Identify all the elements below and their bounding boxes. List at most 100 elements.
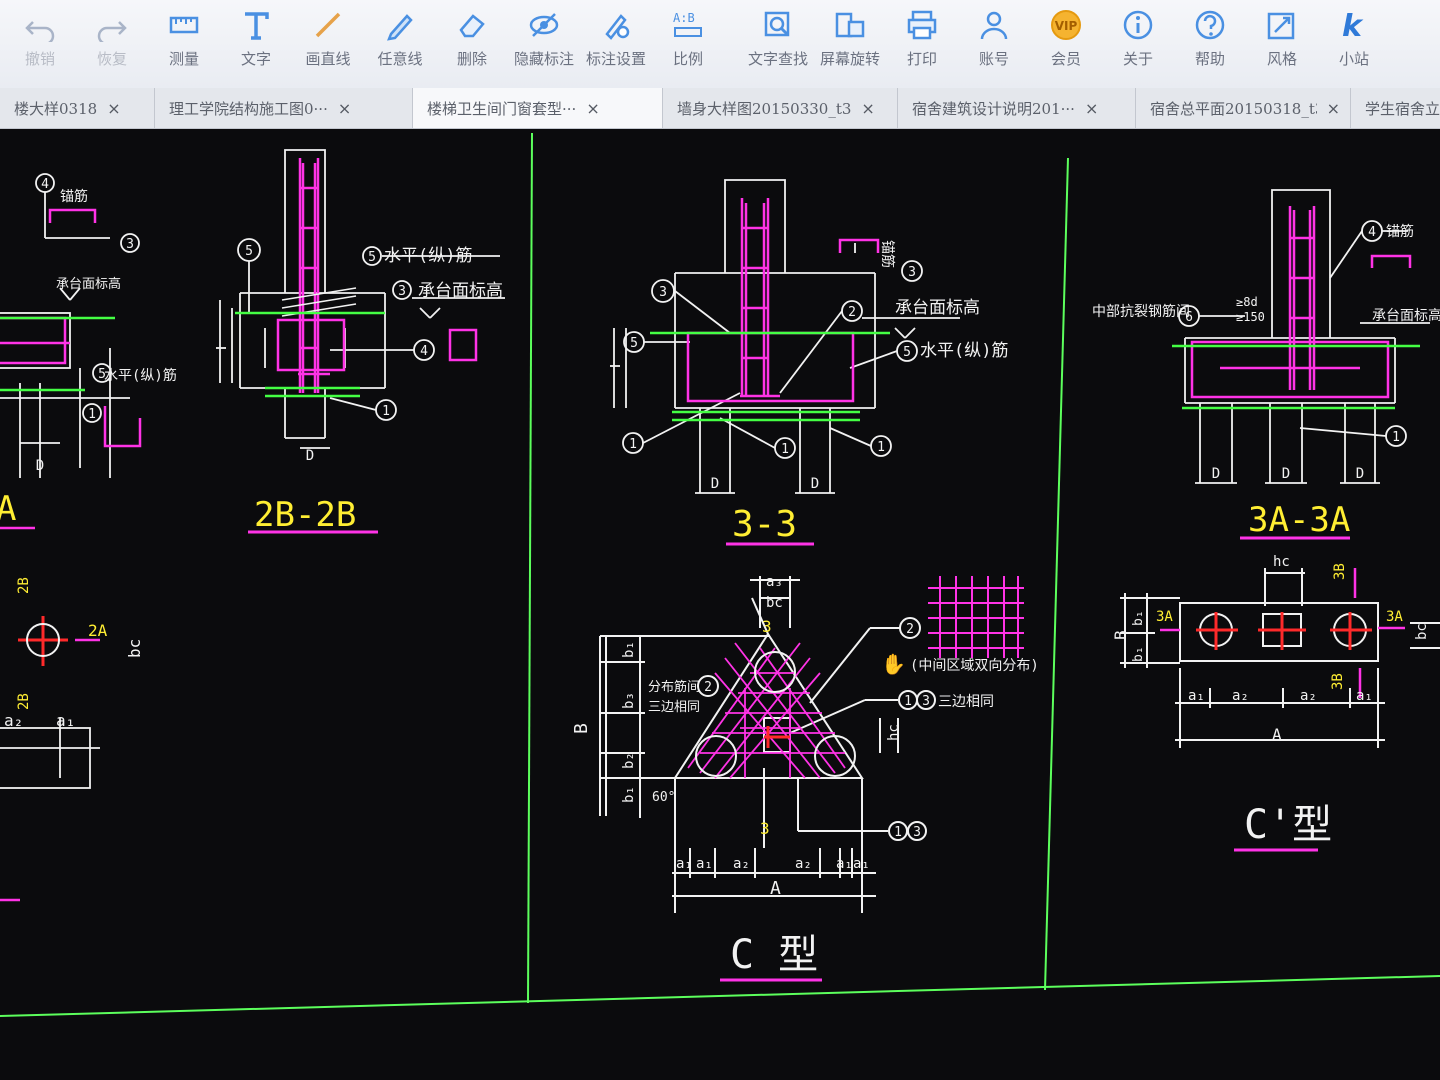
- frame-border-left: [527, 132, 533, 1004]
- toolbar-text-search-button[interactable]: 文字查找: [742, 0, 814, 86]
- marker-4-left: 4: [41, 177, 49, 192]
- section-2b-2b-title: 2B-2B: [254, 495, 356, 535]
- water-rebar-label-2b: 水平(纵)筋: [384, 246, 472, 266]
- three-side-same-label-left: 三边相同: [648, 700, 700, 715]
- tab-close-icon[interactable]: ×: [338, 99, 351, 118]
- dim-a2-cprime-2: a₂: [1300, 688, 1317, 704]
- dim-d-33-right: D: [811, 476, 819, 492]
- bearing-elev-label-left: 承台面标高: [56, 276, 121, 292]
- print-icon: [907, 10, 937, 40]
- mid-zone-label: (中间区域双向分布): [910, 658, 1039, 674]
- anchor-rebar-label-3a: 锚筋: [1386, 223, 1414, 240]
- toolbar-button-label: 隐藏标注: [513, 50, 574, 68]
- section-3a-3a-title: 3A-3A: [1248, 500, 1350, 540]
- dim-a2-c-2: a₂: [795, 856, 812, 872]
- line-icon: [315, 12, 341, 38]
- document-tab-label: 墙身大样图20150330_t3: [677, 99, 852, 118]
- toolbar-rotate-screen-button[interactable]: 屏幕旋转: [814, 0, 886, 86]
- marker-3-33: 3: [659, 285, 667, 300]
- cad-drawing-svg[interactable]: A 2A 2B 2B a₁ a₂ bc 锚筋 承台面标高 水平(纵)筋 2B-2…: [0, 128, 1440, 1080]
- toolbar-vip-button[interactable]: VIP 会员: [1030, 0, 1102, 86]
- toolbar-pen-button[interactable]: 任意线: [364, 0, 436, 86]
- toolbar-button-label: 撤销: [24, 50, 55, 68]
- document-tab[interactable]: 墙身大样图20150330_t3 ×: [663, 88, 898, 128]
- mark-2b-top: 2B: [16, 577, 32, 594]
- dim-hc-c: hc: [886, 724, 902, 741]
- cad-drawing-canvas[interactable]: A 2A 2B 2B a₁ a₂ bc 锚筋 承台面标高 水平(纵)筋 2B-2…: [0, 128, 1440, 1080]
- toolbar-style-button[interactable]: 风格: [1246, 0, 1318, 86]
- dim-bc-c: bc: [766, 595, 783, 611]
- marker-1-c-mid: 1: [904, 694, 912, 709]
- mark-3a-left: 3A: [1156, 609, 1173, 625]
- dim-a-cprime: A: [1272, 725, 1282, 744]
- ge150-label: ≥150: [1236, 310, 1265, 324]
- bearing-elev-label-3a: 承台面标高: [1372, 307, 1440, 324]
- three-side-same-label: 三边相同: [938, 694, 994, 710]
- toolbar-eraser-button[interactable]: 删除: [436, 0, 508, 86]
- toolbar-hide-annotation-button[interactable]: 隐藏标注: [508, 0, 580, 86]
- toolbar-text-button[interactable]: 文字: [220, 0, 292, 86]
- tab-close-icon[interactable]: ×: [1327, 99, 1340, 118]
- bearing-elev-label-3: 承台面标高: [895, 298, 980, 318]
- document-tab-label: 学生宿舍立: [1365, 99, 1440, 118]
- marker-2-33: 2: [848, 305, 856, 320]
- eraser-icon: [459, 14, 485, 38]
- dim-d-2b: D: [306, 448, 314, 464]
- mark-2a: 2A: [88, 621, 108, 640]
- pen-icon: [387, 14, 413, 41]
- document-tab[interactable]: 楼梯卫生间门窗套型··· ×: [413, 88, 663, 128]
- document-tab[interactable]: 理工学院结构施工图0··· ×: [155, 88, 413, 128]
- frame-border-right: [1044, 157, 1069, 991]
- dim-b3-c: b₃: [621, 692, 637, 709]
- toolbar-scale-button[interactable]: A:B 比例: [652, 0, 724, 86]
- marker-3-c-mid: 3: [922, 694, 930, 709]
- document-tab[interactable]: 楼大样0318 ×: [0, 88, 155, 128]
- tab-close-icon[interactable]: ×: [586, 99, 599, 118]
- toolbar-redo-button[interactable]: 恢复: [76, 0, 148, 86]
- toolbar-annotation-settings-button[interactable]: 标注设置: [580, 0, 652, 86]
- dim-d-3a-mid: D: [1282, 466, 1290, 482]
- document-tab-bar: 楼大样0318 × 理工学院结构施工图0··· × 楼梯卫生间门窗套型··· × 墙身大样图…: [0, 88, 1440, 129]
- svg-text:k: k: [1342, 9, 1364, 42]
- document-tab[interactable]: 宿舍总平面20150318_t3 ×: [1136, 88, 1351, 128]
- marker-3-left: 3: [126, 237, 134, 252]
- anchor-rebar-label-3: 锚筋: [879, 240, 896, 268]
- toolbar-info-button[interactable]: 关于: [1102, 0, 1174, 86]
- dim-d-3a-right: D: [1356, 466, 1364, 482]
- tab-close-icon[interactable]: ×: [1085, 99, 1098, 118]
- mark-2b-bottom: 2B: [16, 693, 32, 710]
- toolbar-undo-button[interactable]: 撤销: [4, 0, 76, 86]
- vip-icon: VIP: [1051, 10, 1081, 40]
- tab-close-icon[interactable]: ×: [107, 99, 120, 118]
- tab-close-icon[interactable]: ×: [861, 99, 874, 118]
- anchor-rebar-label-left: 锚筋: [60, 188, 88, 205]
- toolbar-help-button[interactable]: 帮助: [1174, 0, 1246, 86]
- dim-b1-c-bottom: b₁: [621, 786, 637, 803]
- text-search-icon: [764, 11, 790, 37]
- marker-5-left: 5: [98, 367, 106, 382]
- dist-rebar-spacing-label: 分布筋间: [648, 679, 700, 695]
- toolbar-print-button[interactable]: 打印: [886, 0, 958, 86]
- left-partial-title: A: [0, 489, 16, 529]
- toolbar-account-button[interactable]: 账号: [958, 0, 1030, 86]
- dim-a1-cprime-1: a₁: [1188, 688, 1205, 704]
- toolbar-button-label: 文字: [240, 50, 271, 68]
- mark-3b-bottom: 3B: [1330, 673, 1346, 690]
- marker-3-2b: 3: [398, 284, 406, 299]
- dim-b1-cprime-bottom: b₁: [1131, 646, 1146, 662]
- toolbar-measure-button[interactable]: 测量: [148, 0, 220, 86]
- marker-5-33: 5: [630, 336, 638, 351]
- document-tab[interactable]: 宿舍建筑设计说明201··· ×: [898, 88, 1136, 128]
- marker-1-c-bottom: 1: [894, 825, 902, 840]
- mark-3a-right: 3A: [1386, 609, 1403, 625]
- document-tab-label: 楼大样0318: [14, 99, 98, 118]
- marker-5-33-right: 5: [903, 345, 911, 360]
- document-tab[interactable]: 学生宿舍立: [1351, 88, 1440, 128]
- dim-a1-cprime-2: a₁: [1356, 688, 1373, 704]
- marker-1-33-left: 1: [629, 437, 637, 452]
- dim-a1-c-4: a₁: [853, 856, 870, 872]
- marker-1-2b: 1: [382, 404, 390, 419]
- toolbar-line-button[interactable]: 画直线: [292, 0, 364, 86]
- marker-2-c-left: 2: [704, 680, 712, 695]
- toolbar-k-logo-button[interactable]: k 小站: [1318, 0, 1390, 86]
